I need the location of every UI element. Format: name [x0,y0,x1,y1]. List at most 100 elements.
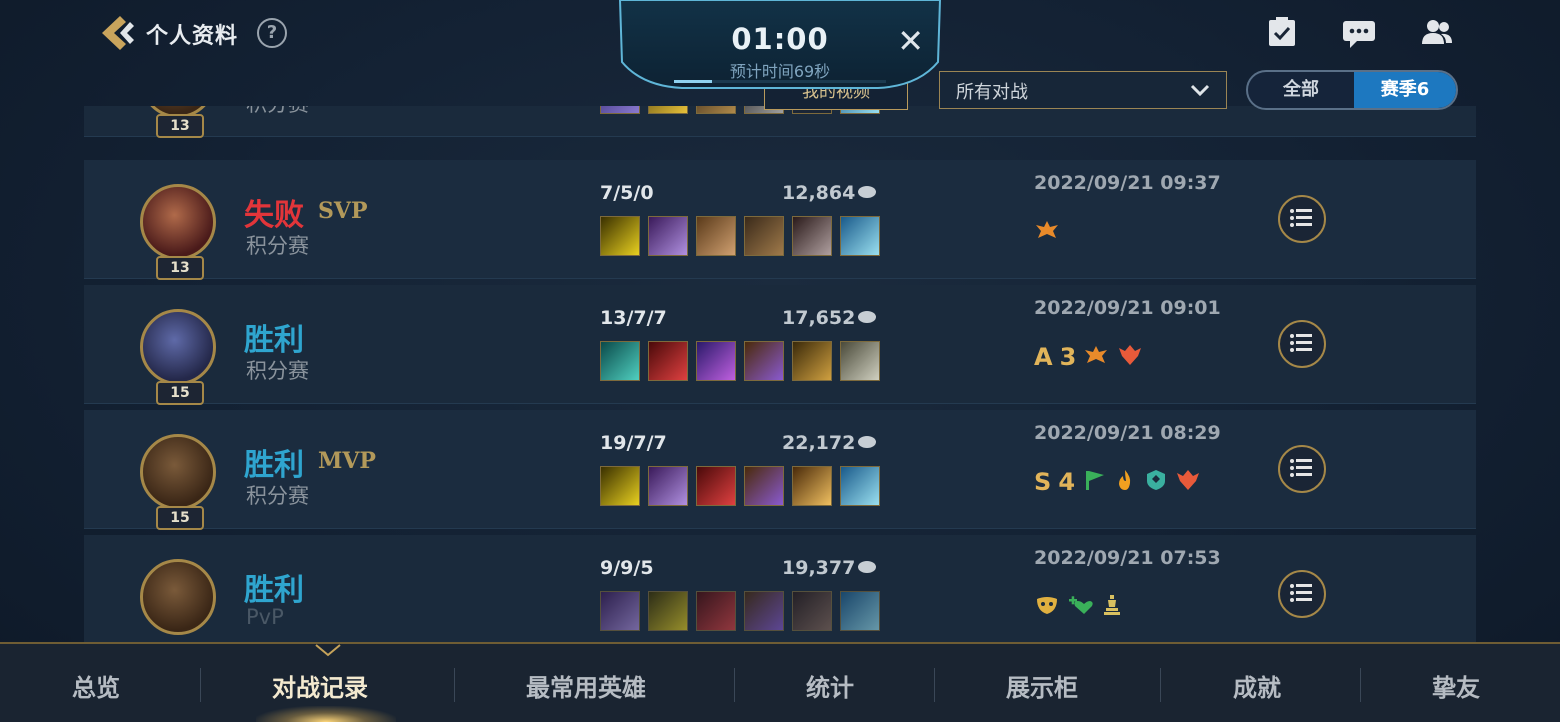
tab-most-used-heroes[interactable]: 最常用英雄 [526,668,646,703]
hero-level: 15 [156,381,204,405]
item-icon [696,341,736,381]
match-mode: 积分赛 [246,484,309,508]
tag-text: 4 [1058,468,1076,496]
tab-divider [454,668,455,702]
gold-earned: 17,652 [782,307,856,329]
tag-text: 3 [1059,343,1077,371]
hero-avatar [140,434,216,510]
item-icon [744,591,784,631]
match-row[interactable]: 胜利 PvP 9/9/5 19,377 2022/09/21 07:53 [84,535,1476,642]
item-icon [696,591,736,631]
active-tab-caret-icon [314,642,342,661]
matchmaking-timer: 01:00 预计时间69秒 ✕ [618,0,942,96]
match-date: 2022/09/21 09:37 [1034,172,1221,194]
item-icon [840,466,880,506]
match-date: 2022/09/21 08:29 [1034,422,1221,444]
mask-icon [1034,593,1060,621]
item-icon [648,216,688,256]
timer-countdown: 01:00 [731,22,829,56]
item-build [600,341,884,383]
match-tags: A 3 [1034,343,1145,371]
task-checklist-icon[interactable] [1264,16,1300,50]
tag-text: A [1034,343,1053,371]
back-arrow-icon[interactable] [98,14,138,52]
item-icon [792,341,832,381]
item-icon [744,341,784,381]
heal-icon [1067,593,1093,621]
gold-earned: 12,864 [782,182,856,204]
match-tags [1034,593,1126,621]
item-build [600,591,884,633]
tab-match-history[interactable]: 对战记录 [272,668,368,703]
shield-icon [1144,468,1168,496]
match-row[interactable]: 15 胜利 MVP 积分赛 19/7/7 22,172 2022/09/21 0… [84,410,1476,530]
item-icon [696,216,736,256]
match-tags: S 4 [1034,468,1203,496]
match-list[interactable]: 13 积分赛 13 失败 SVP 积分赛 7/5/0 12,864 2022/0… [84,106,1476,642]
winged-emblem-icon [1034,218,1060,246]
performance-badge: SVP [318,198,368,224]
chat-icon[interactable] [1341,16,1377,50]
match-detail-button[interactable] [1278,195,1326,243]
item-icon [792,466,832,506]
kda: 19/7/7 [600,432,667,454]
dragon-emblem-icon [1175,468,1201,496]
match-mode: 积分赛 [246,234,309,258]
performance-badge: MVP [318,448,376,474]
item-icon [600,341,640,381]
dragon-emblem-icon [1117,343,1143,371]
winged-emblem-icon [1083,343,1109,371]
item-icon [600,591,640,631]
gold-earned: 22,172 [782,432,856,454]
item-icon [696,466,736,506]
match-tags [1034,218,1062,246]
match-result: 胜利 [244,323,304,358]
tab-achievements[interactable]: 成就 [1233,668,1281,703]
match-row[interactable]: 13 失败 SVP 积分赛 7/5/0 12,864 2022/09/21 09… [84,160,1476,280]
fire-icon [1113,468,1137,496]
item-icon [792,591,832,631]
timer-progress-fill [674,80,713,83]
tag-text: S [1034,468,1052,496]
tab-overview[interactable]: 总览 [72,668,120,703]
match-date: 2022/09/21 09:01 [1034,297,1221,319]
match-detail-button[interactable] [1278,320,1326,368]
flag-icon [1082,468,1106,496]
tab-statistics[interactable]: 统计 [806,668,854,703]
tab-divider [1160,668,1161,702]
chess-icon [1100,593,1124,621]
item-icon [744,466,784,506]
gold-coin-icon [858,311,876,323]
kda: 9/9/5 [600,557,654,579]
page-title: 个人资料 [146,24,239,49]
match-row[interactable]: 15 胜利 积分赛 13/7/7 17,652 2022/09/21 09:01… [84,285,1476,405]
friends-icon[interactable] [1419,16,1455,50]
item-icon [648,591,688,631]
gold-coin-icon [858,561,876,573]
tab-showcase[interactable]: 展示柜 [1006,668,1078,703]
match-date: 2022/09/21 07:53 [1034,547,1221,569]
timer-progress-bar [674,80,886,83]
hero-avatar [140,559,216,635]
tab-divider [200,668,201,702]
item-icon [648,466,688,506]
tab-divider [1360,668,1361,702]
gold-earned: 19,377 [782,557,856,579]
close-icon[interactable]: ✕ [897,24,924,58]
tab-friends[interactable]: 挚友 [1432,668,1480,703]
bottom-nav: 总览 对战记录 最常用英雄 统计 展示柜 成就 挚友 [0,642,1560,722]
item-build [600,216,884,258]
hero-level: 15 [156,506,204,530]
help-icon[interactable]: ? [257,18,287,48]
kda: 13/7/7 [600,307,667,329]
match-detail-button[interactable] [1278,445,1326,493]
match-detail-button[interactable] [1278,570,1326,618]
match-mode: 积分赛 [246,359,309,383]
item-icon [600,466,640,506]
item-build [600,466,884,508]
hero-level: 13 [156,256,204,280]
hero-avatar [140,309,216,385]
item-icon [792,216,832,256]
match-row-partial[interactable]: 13 积分赛 [84,106,1476,138]
tab-divider [734,668,735,702]
